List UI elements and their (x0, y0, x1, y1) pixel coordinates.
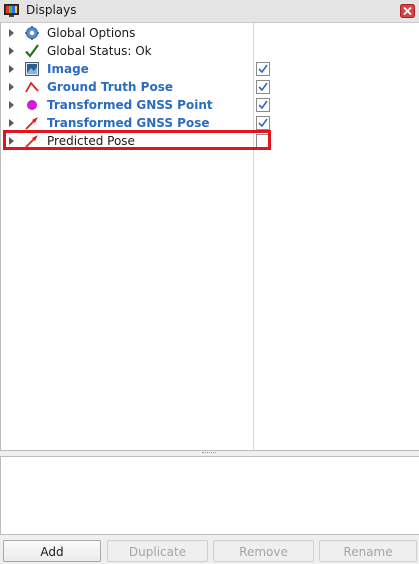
display-label: Global Options (47, 26, 136, 40)
tree-row-global-options[interactable]: Global Options (1, 24, 419, 42)
point-icon (25, 98, 39, 112)
displays-tree[interactable]: Global Options Global Status: Ok Image G… (0, 23, 419, 451)
monitor-icon (4, 4, 19, 18)
expand-arrow-icon[interactable] (9, 47, 14, 55)
duplicate-button[interactable]: Duplicate (107, 540, 208, 562)
tree-row-transformed-gnss-point[interactable]: Transformed GNSS Point (1, 96, 419, 114)
close-icon[interactable] (400, 4, 415, 18)
expand-arrow-icon[interactable] (9, 65, 14, 73)
gear-icon (25, 26, 39, 40)
checkmark-icon (25, 44, 39, 58)
expand-arrow-icon[interactable] (9, 101, 14, 109)
display-label: Global Status: Ok (47, 44, 152, 58)
expand-arrow-icon[interactable] (9, 119, 14, 127)
remove-button[interactable]: Remove (213, 540, 314, 562)
enabled-checkbox[interactable] (256, 62, 270, 76)
panel-title: Displays (26, 3, 77, 17)
display-label: Image (47, 62, 89, 76)
display-label: Ground Truth Pose (47, 80, 173, 94)
enabled-checkbox[interactable] (256, 98, 270, 112)
tree-row-global-status[interactable]: Global Status: Ok (1, 42, 419, 60)
selection-highlight-box (3, 130, 271, 150)
display-label: Transformed GNSS Pose (47, 116, 210, 130)
expand-arrow-icon[interactable] (9, 29, 14, 37)
enabled-checkbox[interactable] (256, 80, 270, 94)
panel-titlebar: Displays (0, 0, 419, 23)
tree-row-image[interactable]: Image (1, 60, 419, 78)
display-label: Transformed GNSS Point (47, 98, 213, 112)
description-panel (0, 456, 419, 535)
enabled-checkbox[interactable] (256, 116, 270, 130)
expand-arrow-icon[interactable] (9, 83, 14, 91)
tree-row-ground-truth-pose[interactable]: Ground Truth Pose (1, 78, 419, 96)
image-icon (25, 62, 39, 76)
pose-arrow-icon (25, 116, 39, 130)
pose-path-icon (25, 80, 39, 94)
splitter-handle[interactable] (202, 452, 216, 455)
add-button[interactable]: Add (3, 540, 101, 562)
rename-button[interactable]: Rename (319, 540, 417, 562)
